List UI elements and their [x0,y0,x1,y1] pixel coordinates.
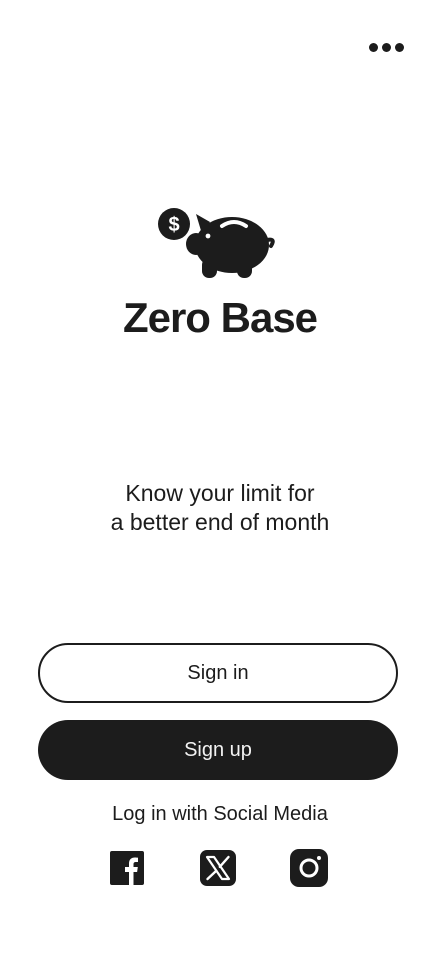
more-horizontal-icon-dot [394,42,404,52]
facebook-icon [110,851,144,885]
instagram-login-button[interactable] [289,848,329,888]
sign-up-label: Sign up [184,738,252,761]
app-title: Zero Base [122,294,318,341]
x-icon [200,850,236,886]
tagline-line-1: Know your limit for [125,480,315,506]
instagram-icon [290,849,328,887]
social-login-label: Log in with Social Media [112,803,328,825]
sign-up-button[interactable]: Sign up [38,720,398,780]
social-login-row [0,848,440,888]
facebook-login-button[interactable] [107,848,147,888]
tagline-line-2: a better end of month [110,509,330,535]
more-options-button[interactable] [362,32,410,62]
svg-text:$: $ [168,214,179,236]
x-login-button[interactable] [198,848,238,888]
sign-in-label: Sign in [187,661,249,684]
tagline: Know your limit for a better end of mont… [0,479,440,537]
more-horizontal-icon [368,42,378,52]
more-horizontal-icon-dot [381,42,391,52]
piggy-bank-coin-icon: $ [158,208,275,278]
sign-in-button[interactable]: Sign in [38,643,398,703]
